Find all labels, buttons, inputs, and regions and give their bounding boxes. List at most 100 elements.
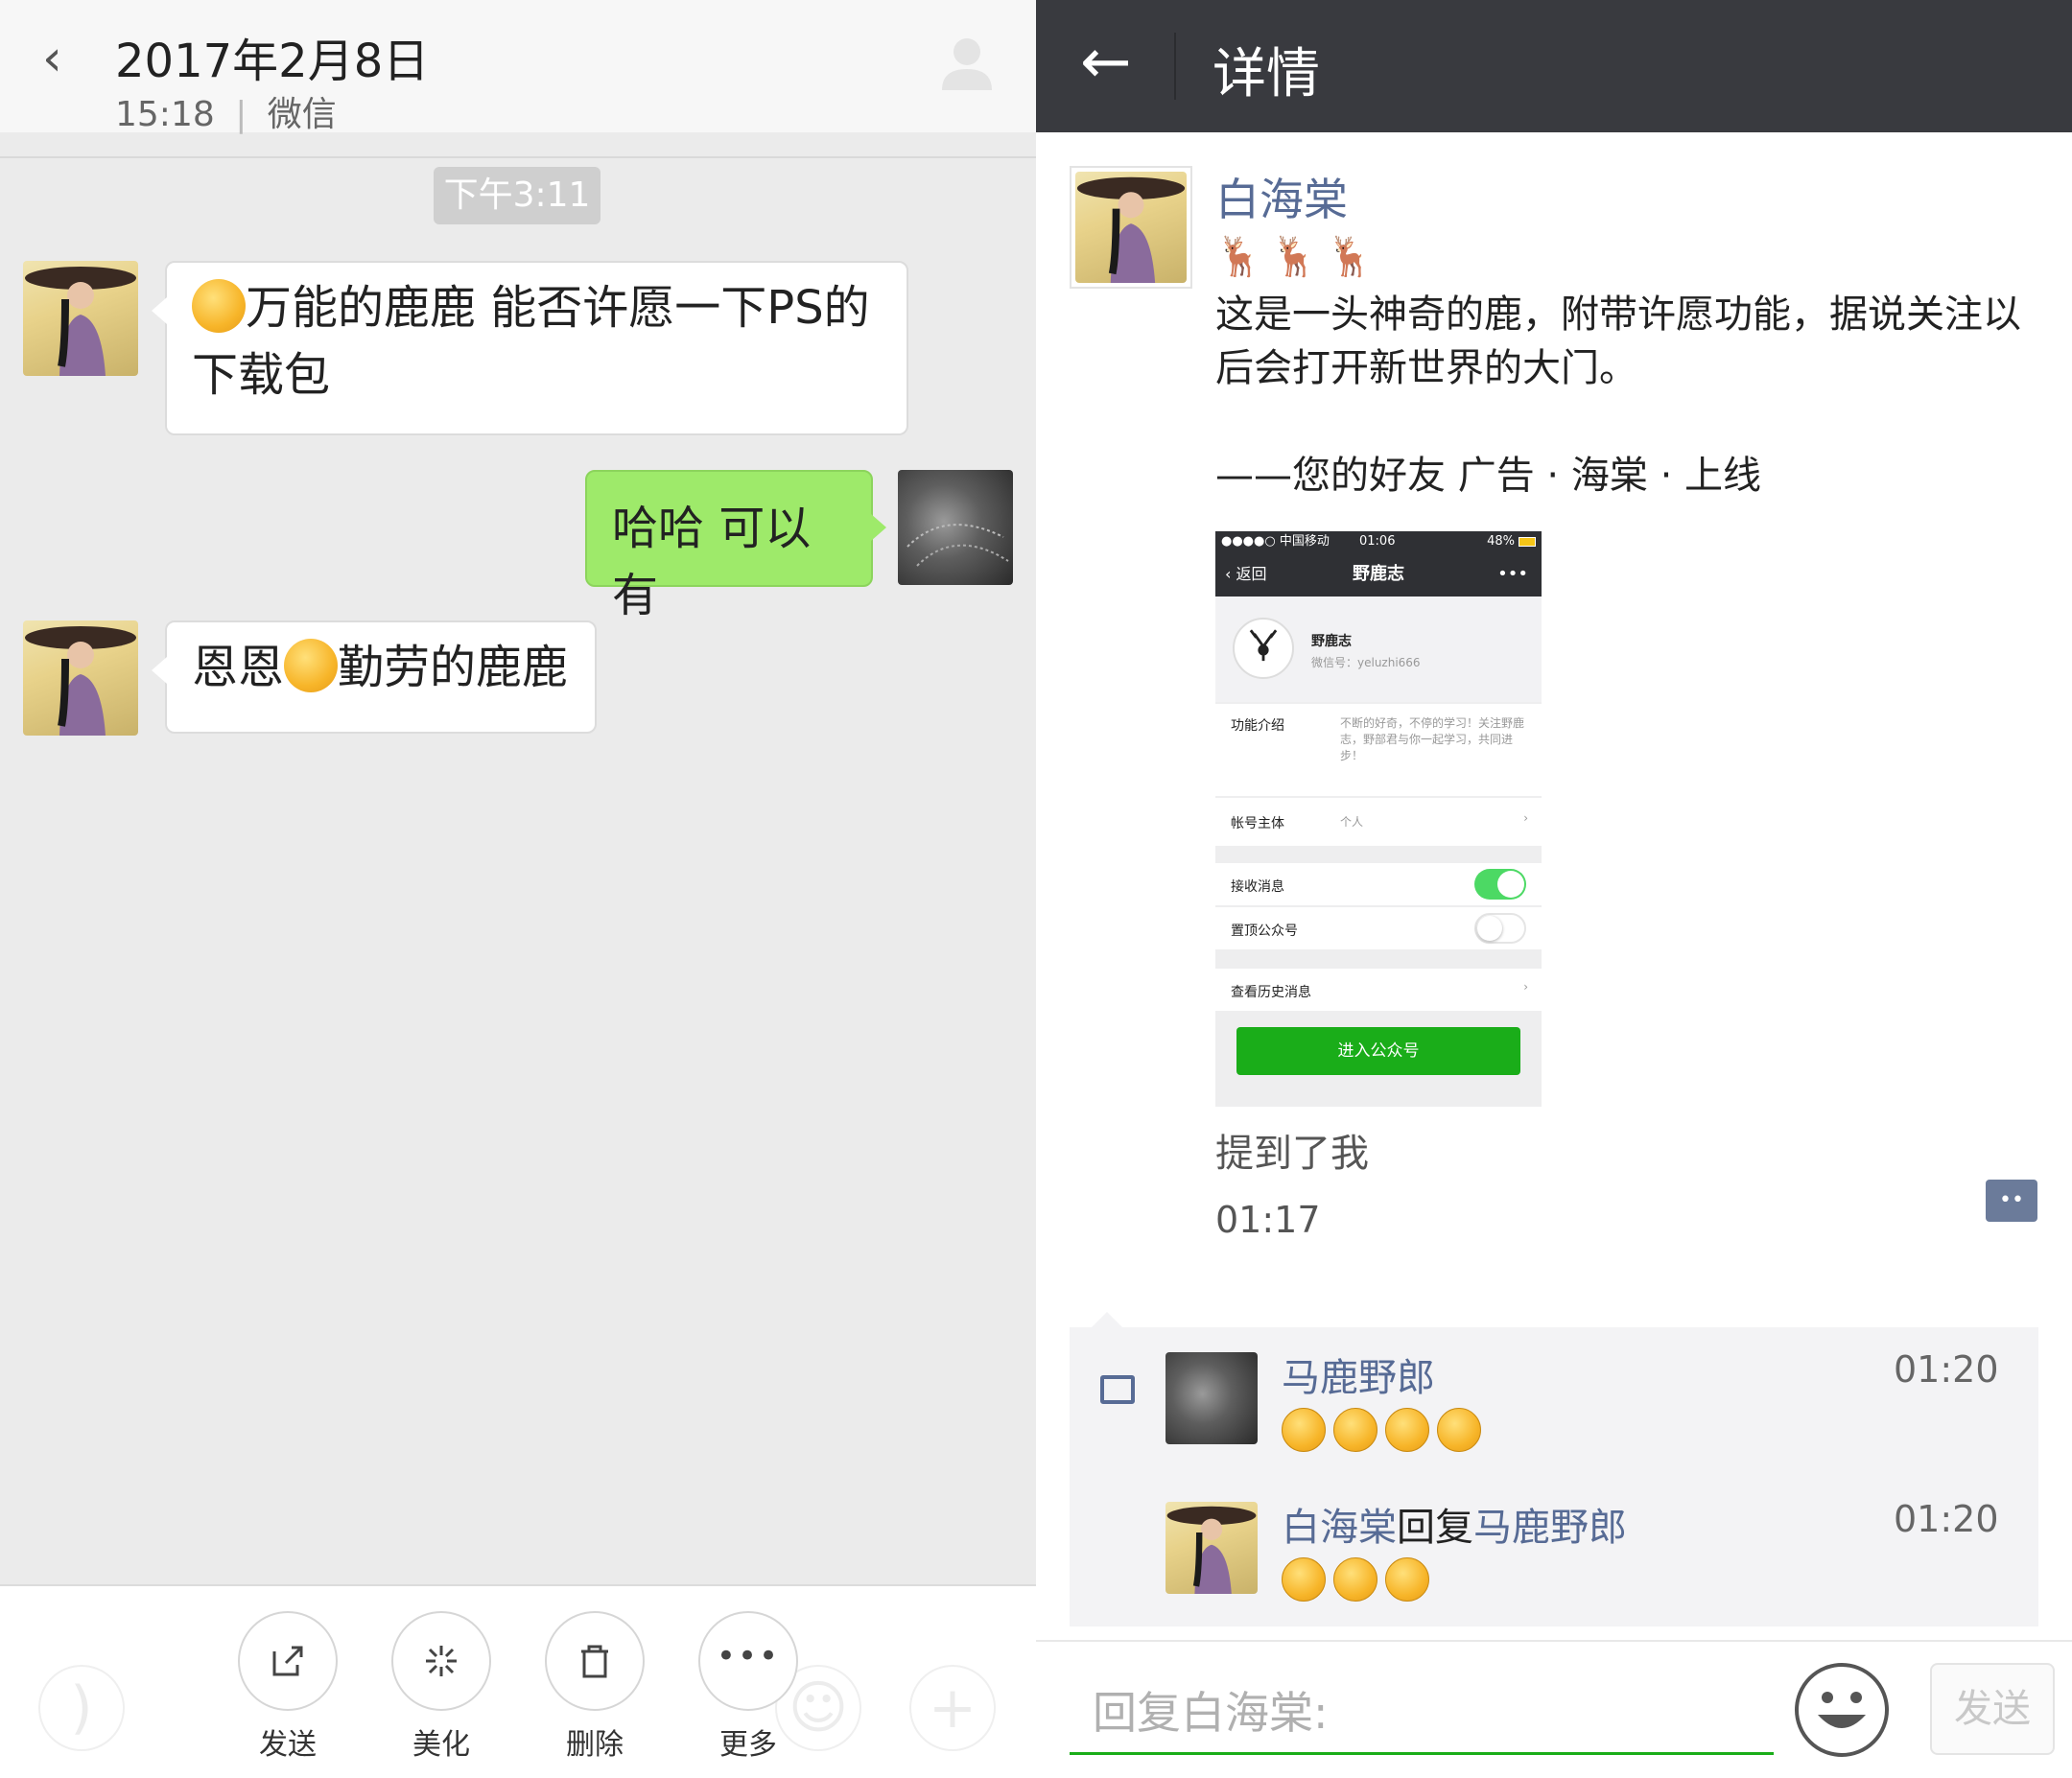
delete-button[interactable] <box>545 1611 645 1711</box>
smirk-emoji-icon <box>1282 1557 1326 1602</box>
reply-line: 白海棠回复马鹿野郎 <box>1282 1496 1627 1552</box>
header-divider <box>0 156 1036 158</box>
deer-logo-icon <box>1233 618 1294 679</box>
beautify-button[interactable] <box>391 1611 491 1711</box>
intro-row: 功能介绍 不断的好奇，不停的学习！关注野鹿志，野部君与你一起学习，共同进步！ <box>1215 704 1542 796</box>
more-button[interactable]: ••• <box>698 1611 798 1711</box>
receive-row: 接收消息 <box>1215 863 1542 905</box>
battery-text: 48% <box>1487 534 1515 549</box>
more-label: 更多 <box>719 1728 777 1762</box>
kiss-emoji-icon <box>1333 1408 1377 1452</box>
smirk-emoji-icon <box>1333 1557 1377 1602</box>
avatar[interactable] <box>23 620 138 736</box>
chat-source: 微信 <box>267 95 337 134</box>
avatar[interactable] <box>898 470 1013 585</box>
post-time: 01:17 <box>1215 1199 1321 1241</box>
more-dots-icon: •• <box>1999 1188 2024 1212</box>
status-time: 01:06 <box>1359 534 1396 549</box>
message-text: 恩恩 <box>192 641 285 694</box>
message-bubble-received[interactable]: 恩恩 勤劳的鹿鹿 <box>152 620 597 734</box>
smiley-icon <box>1818 1692 1866 1728</box>
comment-bubble-icon <box>1100 1375 1135 1404</box>
profile-icon[interactable] <box>936 33 998 94</box>
commenter-name[interactable]: 马鹿野郎 <box>1282 1346 1435 1402</box>
comment-time: 01:20 <box>1894 1348 1999 1391</box>
enter-account-button: 进入公众号 <box>1236 1027 1520 1075</box>
beautify-label: 美化 <box>412 1728 470 1762</box>
more-dots-icon: ••• <box>716 1637 781 1675</box>
avatar-lady-image <box>25 626 136 736</box>
chat-subtitle: 15:18 | 微信 <box>115 86 337 136</box>
reply-input[interactable]: 回复白海棠: <box>1070 1671 1774 1755</box>
commenter-avatar[interactable] <box>1166 1352 1258 1444</box>
chevron-right-icon: › <box>1523 980 1528 994</box>
author-avatar[interactable] <box>1070 166 1192 289</box>
battery-icon <box>1519 537 1536 547</box>
smirk-emoji-icon <box>284 639 339 692</box>
kiss-emoji-icon <box>1437 1408 1481 1452</box>
message-text: 勤劳的鹿鹿 <box>338 641 569 694</box>
phone-nav-bar: ‹ 返回 野鹿志 ••• <box>1215 552 1542 597</box>
moment-detail-pane: ← 详情 白海棠 🦌🦌🦌 这是一头神奇的鹿，附带许愿功能，据说关注以后会打开新世… <box>1036 0 2072 1778</box>
intro-text: 不断的好奇，不停的学习！关注野鹿志，野部君与你一起学习，共同进步！ <box>1340 716 1525 762</box>
kiss-emoji-icon <box>1282 1408 1326 1452</box>
history-label: 查看历史消息 <box>1231 985 1311 1000</box>
owner-row: 帐号主体 个人 › <box>1215 798 1542 846</box>
comment-time: 01:20 <box>1894 1498 1999 1540</box>
mention-text: 提到了我 <box>1215 1132 1369 1176</box>
avatar[interactable] <box>23 261 138 376</box>
receive-label: 接收消息 <box>1231 879 1284 895</box>
comment-emoji-row <box>1282 1408 1489 1456</box>
share-icon <box>272 1646 303 1676</box>
back-arrow-icon[interactable]: ← <box>1080 29 1132 96</box>
reply-to-name[interactable]: 马鹿野郎 <box>1473 1506 1627 1550</box>
pin-label: 置顶公众号 <box>1231 924 1298 939</box>
message-text: 万能的鹿鹿 能否许愿一下PS的下载包 <box>192 281 870 402</box>
avatar-lady-image <box>25 267 136 376</box>
avatar-lady-image <box>1075 172 1187 283</box>
subtitle-separator: | <box>235 95 247 134</box>
message-bubble-received[interactable]: 万能的鹿鹿 能否许愿一下PS的下载包 <box>152 261 908 435</box>
account-id: 微信号：yeluzhi666 <box>1311 656 1421 669</box>
account-card: 野鹿志 微信号：yeluzhi666 <box>1215 597 1542 702</box>
page-title: 详情 <box>1213 43 1320 105</box>
post-image[interactable]: ●●●●○ 中国移动 01:06 48% ‹ 返回 野鹿志 ••• 野鹿志 微信… <box>1215 531 1542 1107</box>
magic-icon <box>426 1646 457 1676</box>
history-row: 查看历史消息 › <box>1215 969 1542 1011</box>
action-bar <box>0 1584 1036 1778</box>
deer-emoji-row: 🦌🦌🦌 <box>1215 235 1382 279</box>
comments-caret <box>1092 1312 1122 1327</box>
nav-title: 野鹿志 <box>1353 564 1404 584</box>
smirk-emoji-icon <box>1385 1557 1429 1602</box>
owner-label: 帐号主体 <box>1231 816 1284 831</box>
commenter-name[interactable]: 白海棠 <box>1282 1506 1397 1550</box>
detail-header <box>1036 0 2072 132</box>
post-text: 这是一头神奇的鹿，附带许愿功能，据说关注以后会打开新世界的大门。 ——您的好友 … <box>1215 292 2021 498</box>
send-button[interactable]: 发送 <box>1930 1663 2055 1755</box>
voice-icon: ) <box>38 1665 125 1751</box>
message-bubble-sent[interactable]: 哈哈 可以有 <box>585 470 886 622</box>
thinking-emoji-icon <box>192 279 246 333</box>
nav-more-icon: ••• <box>1497 564 1528 584</box>
author-name[interactable]: 白海棠 <box>1215 165 1348 228</box>
kiss-emoji-icon <box>1385 1408 1429 1452</box>
account-name: 野鹿志 <box>1311 634 1352 649</box>
pin-toggle <box>1474 913 1526 944</box>
send-button[interactable] <box>238 1611 338 1711</box>
phone-status-bar: ●●●●○ 中国移动 01:06 48% <box>1215 531 1542 552</box>
chat-time: 15:18 <box>115 95 215 134</box>
back-chevron-icon[interactable]: ‹ <box>42 34 81 83</box>
header-separator <box>1174 33 1176 100</box>
message-text: 哈哈 可以有 <box>612 502 812 622</box>
chat-date-title: 2017年2月8日 <box>115 35 430 88</box>
receive-toggle <box>1474 869 1526 900</box>
avatar-lady-image <box>1166 1506 1257 1594</box>
time-stamp: 下午3:11 <box>434 167 600 224</box>
pin-row: 置顶公众号 <box>1215 907 1542 949</box>
owner-value: 个人 <box>1340 815 1364 829</box>
emoji-button[interactable] <box>1795 1663 1889 1757</box>
comment-more-button[interactable]: •• <box>1986 1180 2037 1222</box>
reply-word: 回复 <box>1397 1506 1473 1550</box>
commenter-avatar[interactable] <box>1166 1502 1258 1594</box>
comment-emoji-row <box>1282 1557 1437 1605</box>
